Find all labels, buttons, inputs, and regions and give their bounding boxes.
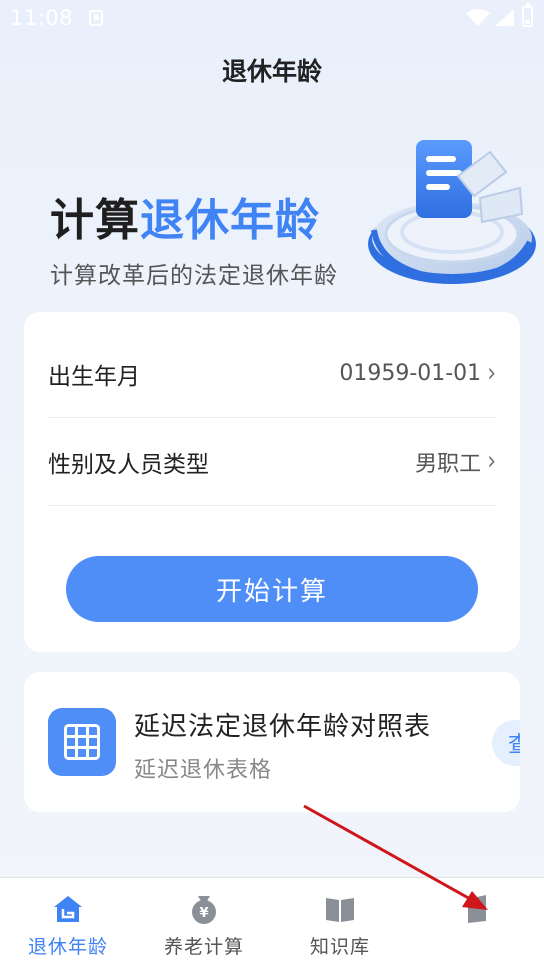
table-card-subtitle: 延迟退休表格	[134, 758, 273, 783]
retirement-form-card: 出生年月 01959-01-01 › 性别及人员类型 男职工 › 开始计算	[24, 312, 520, 652]
status-bar: 11:08	[0, 0, 544, 36]
table-card-title: 延迟法定退休年龄对照表	[134, 712, 432, 742]
book-icon	[326, 898, 354, 922]
birth-date-label: 出生年月	[48, 363, 140, 390]
tab-label: 养老计算	[163, 936, 244, 958]
birth-date-value: 01959-01-01	[339, 361, 482, 386]
table-grid-icon	[48, 708, 116, 776]
hero-title: 计算退休年龄	[50, 184, 320, 248]
money-bag-icon: ¥	[192, 896, 216, 924]
hero-title-accent: 退休年龄	[140, 195, 320, 246]
retirement-table-card[interactable]: 延迟法定退休年龄对照表 延迟退休表格 查看	[24, 672, 520, 812]
signal-icon	[495, 9, 514, 26]
tab-profile[interactable]	[408, 878, 544, 968]
notification-icon	[89, 10, 103, 26]
tab-label: 知识库	[309, 936, 370, 958]
chevron-right-icon: ›	[487, 446, 496, 477]
birth-date-row[interactable]: 出生年月 01959-01-01 ›	[48, 330, 496, 418]
hero-subtitle: 计算改革后的法定退休年龄	[50, 263, 338, 289]
document-illustration-icon	[368, 140, 536, 284]
hero-title-plain: 计算	[50, 195, 140, 246]
tab-retirement-age[interactable]: 退休年龄	[0, 878, 136, 968]
tab-label: 退休年龄	[27, 936, 108, 958]
start-calculation-button[interactable]: 开始计算	[66, 556, 478, 622]
gender-type-label: 性别及人员类型	[48, 451, 209, 478]
tab-knowledge-base[interactable]: 知识库	[272, 878, 408, 968]
status-time: 11:08	[10, 6, 74, 30]
gender-type-value: 男职工	[415, 451, 482, 477]
bottom-tab-bar: 退休年龄 ¥ 养老计算 知识库	[0, 877, 544, 968]
profile-icon	[468, 895, 486, 923]
birth-date-value-wrap: 01959-01-01 ›	[339, 358, 496, 389]
battery-icon	[522, 3, 533, 27]
wifi-icon	[466, 9, 490, 26]
gender-type-value-wrap: 男职工 ›	[415, 446, 496, 478]
view-table-button[interactable]: 查看	[492, 720, 520, 766]
tab-pension-calc[interactable]: ¥ 养老计算	[136, 878, 272, 968]
page-title: 退休年龄	[221, 57, 322, 86]
chevron-right-icon: ›	[487, 358, 496, 389]
svg-text:¥: ¥	[199, 906, 208, 921]
home-icon	[54, 896, 82, 922]
gender-type-row[interactable]: 性别及人员类型 男职工 ›	[48, 418, 496, 506]
